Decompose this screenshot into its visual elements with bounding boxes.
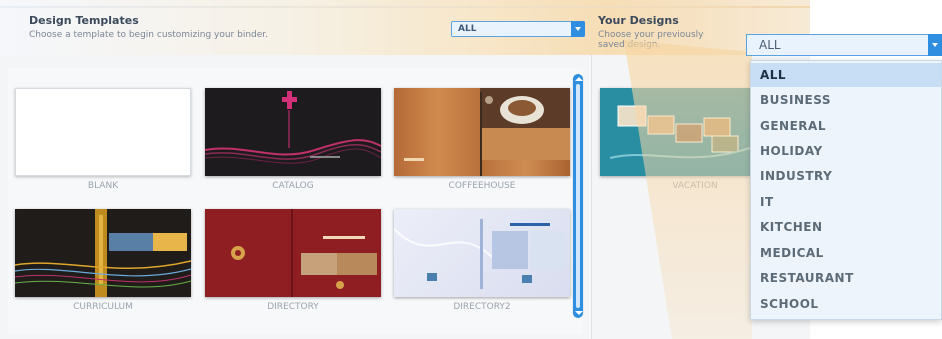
template-label: DIRECTORY (267, 302, 319, 312)
chevron-down-icon[interactable] (928, 34, 942, 56)
dropdown-option-business[interactable]: BUSINESS (751, 88, 941, 112)
template-label: DIRECTORY2 (453, 302, 511, 312)
dropdown-option-medical[interactable]: MEDICAL (751, 241, 941, 265)
dropdown-option-kitchen[interactable]: KITCHEN (751, 215, 941, 239)
template-filter-value: ALL (458, 24, 477, 34)
template-label: COFFEEHOUSE (448, 181, 516, 191)
directory-art (231, 209, 377, 297)
design-templates-title: Design Templates (29, 14, 139, 27)
scrollbar-track (576, 84, 580, 308)
dropdown-option-all[interactable]: ALL (751, 63, 941, 87)
category-select-value: ALL (759, 38, 781, 52)
template-thumb-catalog[interactable] (204, 88, 382, 176)
chevron-down-icon[interactable] (571, 21, 585, 37)
template-thumb-directory[interactable] (205, 209, 381, 297)
template-label: CURRICULUM (73, 302, 133, 312)
scroll-down-arrow-icon[interactable] (575, 311, 583, 315)
dropdown-option-school[interactable]: SCHOOL (751, 292, 941, 316)
your-designs-title: Your Designs (598, 14, 679, 27)
template-label: CATALOG (272, 181, 314, 191)
category-select[interactable]: ALL (746, 34, 942, 56)
template-label: BLANK (87, 181, 119, 191)
dropdown-option-holiday[interactable]: HOLIDAY (751, 139, 941, 163)
template-thumb-coffeehouse[interactable] (394, 88, 570, 176)
dropdown-option-general[interactable]: GENERAL (751, 114, 941, 138)
dropdown-option-industry[interactable]: INDUSTRY (751, 164, 941, 188)
template-thumb-directory2[interactable] (393, 209, 570, 297)
dropdown-option-it[interactable]: IT (751, 190, 941, 214)
coffeehouse-art (404, 88, 570, 176)
curriculum-art (14, 209, 192, 297)
directory2-art (393, 219, 566, 289)
scrollbar-thumb[interactable] (573, 74, 583, 318)
scroll-up-arrow-icon[interactable] (575, 77, 583, 81)
template-thumb-blank[interactable] (15, 88, 191, 176)
template-thumb-curriculum[interactable] (14, 209, 192, 297)
gallery-scrollbar[interactable] (572, 74, 584, 318)
header-accent-line (0, 6, 810, 8)
your-designs-subtitle-line1: Choose your previously (598, 30, 704, 40)
template-filter-select[interactable]: ALL (451, 21, 585, 37)
design-templates-subtitle: Choose a template to begin customizing y… (29, 30, 269, 40)
section-divider (591, 55, 592, 339)
catalog-art (204, 91, 382, 164)
category-dropdown-menu: ALL BUSINESS GENERAL HOLIDAY INDUSTRY IT… (750, 60, 942, 320)
dropdown-option-restaurant[interactable]: RESTAURANT (751, 266, 941, 290)
